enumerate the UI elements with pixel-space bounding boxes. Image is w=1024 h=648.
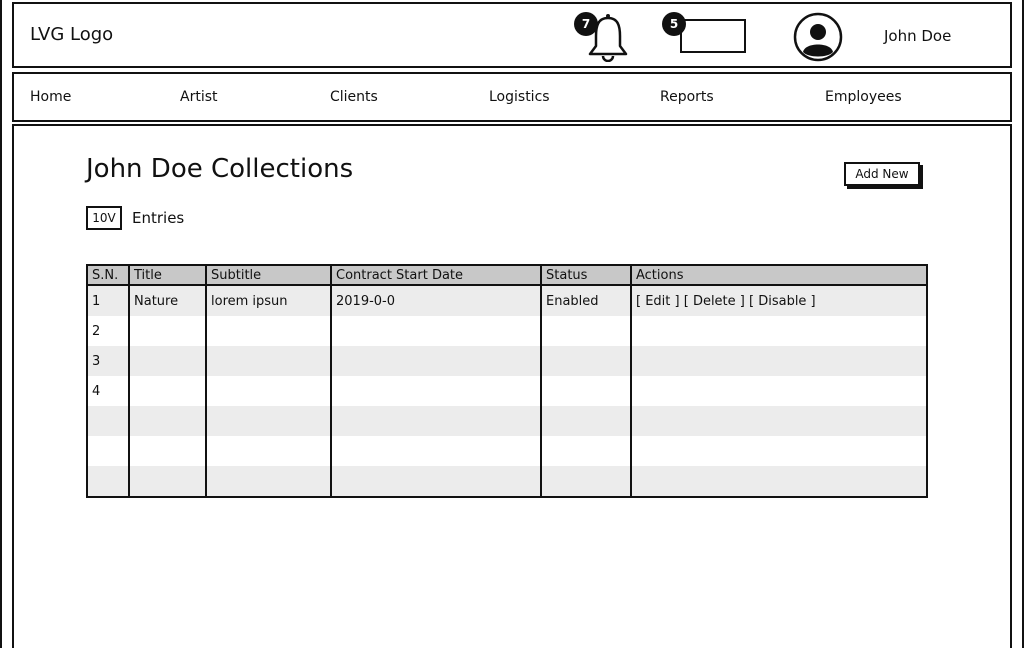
column-header[interactable]: S.N. — [87, 265, 129, 286]
user-name[interactable]: John Doe — [884, 27, 951, 45]
cell-contract-start: 2019-0-0 — [330, 285, 541, 316]
nav-item-employees[interactable]: Employees — [825, 89, 902, 105]
cell-title: Nature — [128, 285, 206, 316]
cell-sn: 2 — [87, 316, 129, 346]
nav-item-clients[interactable]: Clients — [330, 89, 378, 105]
column-header[interactable]: Contract Start Date — [330, 265, 541, 286]
cell-sn — [87, 406, 129, 436]
header: LVG Logo 7 5 John Doe — [12, 2, 1012, 68]
collections-table: S.N. Title Subtitle Contract Start Date … — [86, 264, 928, 498]
messages-box[interactable] — [680, 19, 746, 53]
page-title: John Doe Collections — [86, 154, 354, 184]
nav-item-home[interactable]: Home — [30, 89, 71, 105]
column-header[interactable]: Subtitle — [205, 265, 331, 286]
messages-badge: 5 — [662, 12, 686, 36]
column-header: Actions — [630, 265, 927, 286]
cell-sn: 4 — [87, 376, 129, 406]
disable-link[interactable]: [ Disable ] — [749, 294, 816, 309]
table-header-row: S.N. Title Subtitle Contract Start Date … — [87, 265, 927, 286]
cell-sn — [87, 436, 129, 466]
avatar-icon[interactable] — [793, 12, 843, 62]
column-header[interactable]: Title — [128, 265, 206, 286]
delete-link[interactable]: [ Delete ] — [684, 294, 745, 309]
table-row — [87, 406, 927, 436]
logo: LVG Logo — [30, 24, 114, 45]
nav-bar: Home Artist Clients Logistics Reports Em… — [12, 72, 1012, 122]
entries-select[interactable]: 10V — [86, 206, 122, 230]
table-row: 4 — [87, 376, 927, 406]
window-border-left — [0, 0, 2, 648]
nav-item-artist[interactable]: Artist — [180, 89, 218, 105]
cell-subtitle: lorem ipsun — [205, 285, 331, 316]
add-new-button[interactable]: Add New — [844, 162, 920, 186]
cell-status: Enabled — [540, 285, 631, 316]
table-row — [87, 466, 927, 497]
cell-sn: 3 — [87, 346, 129, 376]
table-row: 2 — [87, 316, 927, 346]
cell-sn: 1 — [87, 285, 129, 316]
nav-item-logistics[interactable]: Logistics — [489, 89, 550, 105]
table-row: 3 — [87, 346, 927, 376]
main-content: John Doe Collections Add New 10V Entries… — [12, 124, 1012, 648]
table-row — [87, 436, 927, 466]
table-row: 1 Nature lorem ipsun 2019-0-0 Enabled [ … — [87, 285, 927, 316]
cell-actions: [ Edit ] [ Delete ] [ Disable ] — [630, 285, 927, 316]
edit-link[interactable]: [ Edit ] — [636, 294, 680, 309]
entries-label: Entries — [132, 209, 185, 227]
column-header[interactable]: Status — [540, 265, 631, 286]
cell-sn — [87, 466, 129, 497]
nav-item-reports[interactable]: Reports — [660, 89, 714, 105]
notification-badge: 7 — [574, 12, 598, 36]
